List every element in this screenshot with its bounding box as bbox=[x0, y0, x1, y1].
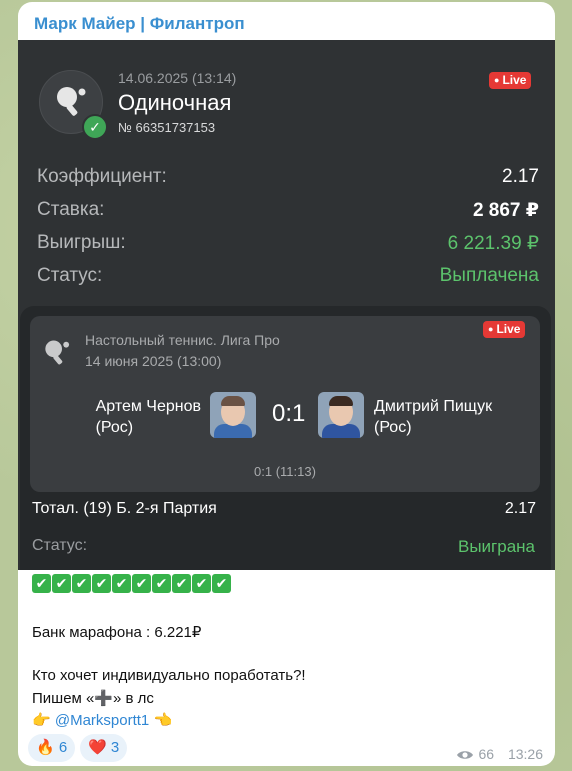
verified-check-icon: ✓ bbox=[82, 114, 108, 140]
mention-line: 👉 @Marksportt1 👈 bbox=[32, 711, 172, 729]
row-label: Статус: bbox=[37, 265, 103, 286]
heart-icon: ❤️ bbox=[88, 739, 107, 756]
event-date: 14 июня 2025 (13:00) bbox=[85, 353, 222, 369]
check-mark-icon: ✔ bbox=[112, 574, 131, 593]
message-bubble[interactable]: Марк Майер | Филантроп ✓ 14.06.2025 (13:… bbox=[18, 2, 555, 766]
match-subscore: 0:1 (11:13) bbox=[254, 464, 316, 479]
team-away-country: (Рос) bbox=[374, 419, 412, 436]
match-score: 0:1 bbox=[272, 400, 306, 427]
row-value: 2.17 bbox=[502, 166, 539, 187]
team-home-name: Артем Чернов bbox=[95, 398, 201, 415]
bet-date: 14.06.2025 (13:14) bbox=[118, 70, 237, 86]
team-away: Дмитрий Пищук (Рос) bbox=[374, 396, 492, 438]
row-value: Выплачена bbox=[439, 265, 539, 286]
row-value: 2 867 ₽ bbox=[472, 200, 539, 221]
team-away-name: Дмитрий Пищук bbox=[374, 398, 493, 415]
live-badge-label: Live bbox=[502, 73, 527, 87]
row-label: Выигрыш: bbox=[37, 232, 126, 253]
team-home: Артем Чернов (Рос) bbox=[96, 396, 201, 438]
reaction-heart[interactable]: ❤️ 3 bbox=[80, 734, 128, 762]
bet-number: № 66351737153 bbox=[118, 120, 216, 135]
live-badge: ● Live bbox=[489, 72, 532, 89]
live-badge: ● Live bbox=[483, 321, 526, 338]
bet-card-image: ✓ 14.06.2025 (13:14) Одиночная № 6635173… bbox=[18, 40, 555, 570]
eye-icon bbox=[457, 751, 474, 759]
check-mark-icon: ✔ bbox=[52, 574, 71, 593]
pointing-right-icon: 👉 bbox=[32, 712, 51, 729]
message-meta: 66 13:26 bbox=[456, 746, 543, 762]
event-card: Настольный теннис. Лига Про 14 июня 2025… bbox=[30, 316, 540, 492]
check-mark-icon: ✔ bbox=[172, 574, 191, 593]
market-name: Тотал. (19) Б. 2-я Партия bbox=[32, 500, 217, 517]
table-tennis-icon bbox=[57, 87, 86, 116]
row-value: 6 221.39 ₽ bbox=[447, 233, 539, 254]
reaction-fire[interactable]: 🔥 6 bbox=[28, 734, 76, 762]
live-badge-label: Live bbox=[496, 322, 521, 336]
event-league: Настольный теннис. Лига Про bbox=[85, 332, 280, 348]
reaction-count: 3 bbox=[110, 739, 120, 756]
table-tennis-icon bbox=[45, 340, 70, 365]
post-line-1: Кто хочет индивидуально поработать?! bbox=[32, 667, 306, 684]
bet-market: Тотал. (19) Б. 2-я Партия 2.17 bbox=[32, 500, 550, 518]
check-mark-icon: ✔ bbox=[92, 574, 111, 593]
market-odd: 2.17 bbox=[504, 500, 536, 517]
post-line-2: Пишем «➕» в лс bbox=[32, 690, 154, 707]
check-mark-icon: ✔ bbox=[32, 574, 51, 593]
fire-icon: 🔥 bbox=[36, 739, 55, 756]
event-status-value: Выиграна bbox=[457, 537, 535, 556]
team-away-photo bbox=[318, 392, 364, 438]
live-dot-icon: ● bbox=[494, 75, 500, 85]
check-mark-icon: ✔ bbox=[152, 574, 171, 593]
team-home-photo bbox=[210, 392, 256, 438]
message-time: 13:26 bbox=[507, 746, 543, 762]
channel-name[interactable]: Марк Майер | Филантроп bbox=[34, 14, 245, 34]
check-mark-icon: ✔ bbox=[212, 574, 231, 593]
check-emoji-row: ✔ ✔ ✔ ✔ ✔ ✔ ✔ ✔ ✔ ✔ bbox=[32, 574, 231, 593]
pointing-left-icon: 👈 bbox=[153, 712, 173, 729]
event-panel: Настольный теннис. Лига Про 14 июня 2025… bbox=[20, 306, 551, 570]
check-mark-icon: ✔ bbox=[72, 574, 91, 593]
check-mark-icon: ✔ bbox=[132, 574, 151, 593]
team-home-country: (Рос) bbox=[95, 419, 134, 436]
row-label: Коэффициент: bbox=[37, 166, 167, 187]
bet-type: Одиночная bbox=[118, 90, 232, 115]
reaction-count: 6 bbox=[58, 739, 68, 756]
live-dot-icon: ● bbox=[488, 324, 494, 334]
bank-line: Банк марафона : 6.221₽ bbox=[32, 624, 202, 641]
event-status-label: Статус: bbox=[32, 537, 88, 554]
view-count: 66 bbox=[478, 746, 495, 762]
row-label: Ставка: bbox=[37, 199, 105, 220]
mention-link[interactable]: @Marksportt1 bbox=[55, 712, 149, 729]
check-mark-icon: ✔ bbox=[192, 574, 211, 593]
